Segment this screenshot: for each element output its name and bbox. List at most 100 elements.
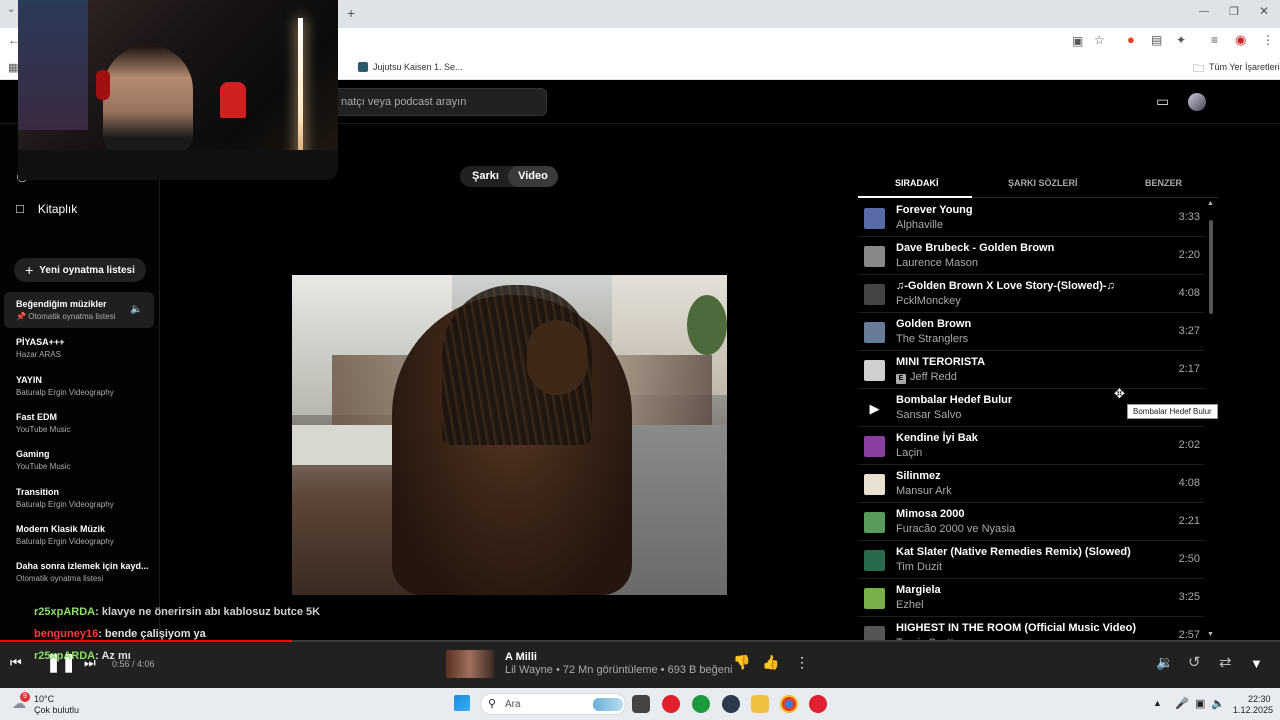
playlist-item[interactable]: Daha sonra izlemek için kayd... Otomatik … <box>16 561 156 583</box>
playlist-subtitle: Hazar ARAS <box>16 350 61 359</box>
playlist-item[interactable]: Beğendiğim müzikler 📌 Otomatik oynatma li… <box>16 299 156 321</box>
weather-temp[interactable]: 10°C <box>34 694 54 704</box>
previous-icon[interactable]: ⏮ <box>10 655 22 671</box>
queue-item-thumbnail[interactable] <box>864 588 885 609</box>
queue-item[interactable]: Dave Brubeck - Golden Brown Laurence Maso… <box>858 237 1204 275</box>
star-bookmark-icon[interactable]: ☆ <box>1094 33 1105 47</box>
queue-item[interactable]: Margiela Ezhel 3:25 <box>858 579 1204 617</box>
track-title[interactable]: A Milli <box>505 651 537 663</box>
sidebar-item-library[interactable]: □ Kitaplık <box>16 201 77 216</box>
queue-item-artist: Laurence Mason <box>896 257 978 269</box>
opera-extension-icon[interactable]: ● <box>1127 32 1135 47</box>
tab-up-next[interactable]: SIRADAKİ <box>895 178 939 188</box>
taskbar-search[interactable]: ⚲ Ara <box>480 693 626 715</box>
apps-grid-icon[interactable]: ▦ <box>8 61 18 74</box>
profile-avatar-icon[interactable]: ◉ <box>1235 32 1246 48</box>
dislike-icon[interactable]: 👎 <box>733 654 750 671</box>
reading-list-icon[interactable]: ▤ <box>1151 33 1162 47</box>
playlist-item[interactable]: Gaming YouTube Music <box>16 449 156 471</box>
new-playlist-button[interactable]: + Yeni oynatma listesi <box>14 258 146 282</box>
queue-item-title: Silinmez <box>896 470 941 482</box>
media-control-icon[interactable]: ≡ <box>1211 33 1218 47</box>
task-view-icon[interactable] <box>632 695 650 713</box>
tab-list-chevron-icon[interactable]: ⌄ <box>7 4 15 15</box>
cast-icon[interactable]: ▭ <box>1156 93 1169 110</box>
chat-user: r25xpARDA <box>34 650 96 662</box>
extensions-puzzle-icon[interactable]: ✦ <box>1176 33 1186 47</box>
track-subtitle[interactable]: Lil Wayne • 72 Mn görüntüleme • 693 B be… <box>505 664 732 676</box>
queue-item-thumbnail[interactable] <box>864 322 885 343</box>
queue-item-thumbnail[interactable] <box>864 436 885 457</box>
queue-item-thumbnail[interactable] <box>864 512 885 533</box>
steam-taskbar-icon[interactable] <box>722 695 740 713</box>
queue-item[interactable]: Kat Slater (Native Remedies Remix) (Slow… <box>858 541 1204 579</box>
restore-button[interactable]: ❐ <box>1229 5 1239 18</box>
queue-item[interactable]: MINI TERORISTA E Jeff Redd 2:17 <box>858 351 1204 389</box>
play-icon[interactable]: ▶ <box>864 398 885 419</box>
volume-icon[interactable]: 🔉 <box>1156 654 1173 671</box>
queue-scrollbar[interactable] <box>1209 220 1213 314</box>
more-menu-icon[interactable]: ⋮ <box>1262 33 1274 47</box>
scroll-up-icon[interactable]: ▲ <box>1207 200 1214 207</box>
speaker-icon[interactable]: 🔈 <box>1211 697 1225 710</box>
queue-item-thumbnail[interactable] <box>864 246 885 267</box>
queue-item[interactable]: Mimosa 2000 Furacão 2000 ve Nyasia 2:21 <box>858 503 1204 541</box>
queue-item-thumbnail[interactable] <box>864 360 885 381</box>
queue-item[interactable]: Silinmez Mansur Ark 4:08 <box>858 465 1204 503</box>
chrome-taskbar-icon[interactable] <box>780 695 798 713</box>
toggle-song[interactable]: Şarkı <box>472 170 499 182</box>
queue-item-title: Mimosa 2000 <box>896 508 965 520</box>
toggle-video[interactable]: Video <box>508 166 558 187</box>
file-explorer-icon[interactable] <box>751 695 769 713</box>
playlist-item[interactable]: PİYASA+++ Hazar ARAS <box>16 337 156 359</box>
playlist-item[interactable]: Fast EDM YouTube Music <box>16 412 156 434</box>
queue-item[interactable]: Golden Brown The Stranglers 3:27 <box>858 313 1204 351</box>
queue-item[interactable]: ♫-Golden Brown X Love Story-(Slowed)-♫ Pc… <box>858 275 1204 313</box>
queue-item-thumbnail[interactable] <box>864 208 885 229</box>
playlist-item[interactable]: Modern Klasik Müzik Baturalp Ergin Videog… <box>16 524 156 546</box>
app-red-taskbar-icon[interactable] <box>809 695 827 713</box>
album-art[interactable] <box>446 650 494 678</box>
all-bookmarks-link[interactable]: Tüm Yer İşaretleri <box>1209 62 1280 72</box>
expand-player-icon[interactable]: ▼ <box>1250 656 1263 671</box>
tab-related[interactable]: BENZER <box>1145 178 1182 188</box>
shuffle-icon[interactable]: ⇄ <box>1219 653 1232 671</box>
playlist-title: Daha sonra izlemek için kayd... <box>16 561 149 571</box>
playlist-item[interactable]: YAYIN Baturalp Ergin Videography <box>16 375 156 397</box>
webcam-shelf <box>18 0 88 130</box>
like-icon[interactable]: 👍 <box>762 654 779 671</box>
install-app-icon[interactable]: ▣ <box>1072 34 1083 48</box>
new-tab-button[interactable]: + <box>347 5 355 21</box>
queue-item[interactable]: Kendine İyi Bak Laçin 2:02 <box>858 427 1204 465</box>
network-icon[interactable]: ▣ <box>1195 697 1205 710</box>
microphone-icon[interactable]: 🎤 <box>1175 697 1189 710</box>
repeat-icon[interactable]: ↺ <box>1188 653 1201 671</box>
queue-item-thumbnail[interactable] <box>864 284 885 305</box>
tray-chevron-icon[interactable]: ▲ <box>1153 698 1162 708</box>
windows-start-icon[interactable] <box>454 695 470 711</box>
playlist-subtitle: Otomatik oynatma listesi <box>16 574 104 583</box>
tab-lyrics[interactable]: ŞARKI SÖZLERİ <box>1008 178 1078 188</box>
more-options-icon[interactable]: ⋮ <box>795 654 809 671</box>
bookmark-icon: □ <box>16 201 24 216</box>
queue-item-title: HIGHEST IN THE ROOM (Official Music Vide… <box>896 622 1136 634</box>
bookmark-jujutsu[interactable]: Jujutsu Kaisen 1. Se... <box>373 62 463 72</box>
explicit-badge: E <box>896 374 906 384</box>
playlist-item[interactable]: Transition Baturalp Ergin Videography <box>16 487 156 509</box>
queue-item-thumbnail[interactable] <box>864 474 885 495</box>
scroll-down-icon[interactable]: ▼ <box>1207 631 1214 638</box>
clock-date[interactable]: 1.12.2025 <box>1233 705 1273 715</box>
close-window-button[interactable]: ✕ <box>1259 4 1269 18</box>
opera-taskbar-icon[interactable] <box>662 695 680 713</box>
minimize-button[interactable]: — <box>1199 6 1209 17</box>
queue-item[interactable]: Forever Young Alphaville 3:33 <box>858 199 1204 237</box>
queue-item-duration: 2:20 <box>1178 249 1200 261</box>
xbox-taskbar-icon[interactable] <box>692 695 710 713</box>
weather-desc[interactable]: Çok bulutlu <box>34 705 79 715</box>
search-input[interactable]: natçı veya podcast arayın <box>330 88 547 116</box>
clock-time[interactable]: 22:30 <box>1248 694 1271 704</box>
queue-item-thumbnail[interactable] <box>864 550 885 571</box>
account-avatar[interactable] <box>1188 93 1206 111</box>
video-player[interactable] <box>292 275 727 595</box>
queue-item-title: Kendine İyi Bak <box>896 432 978 444</box>
